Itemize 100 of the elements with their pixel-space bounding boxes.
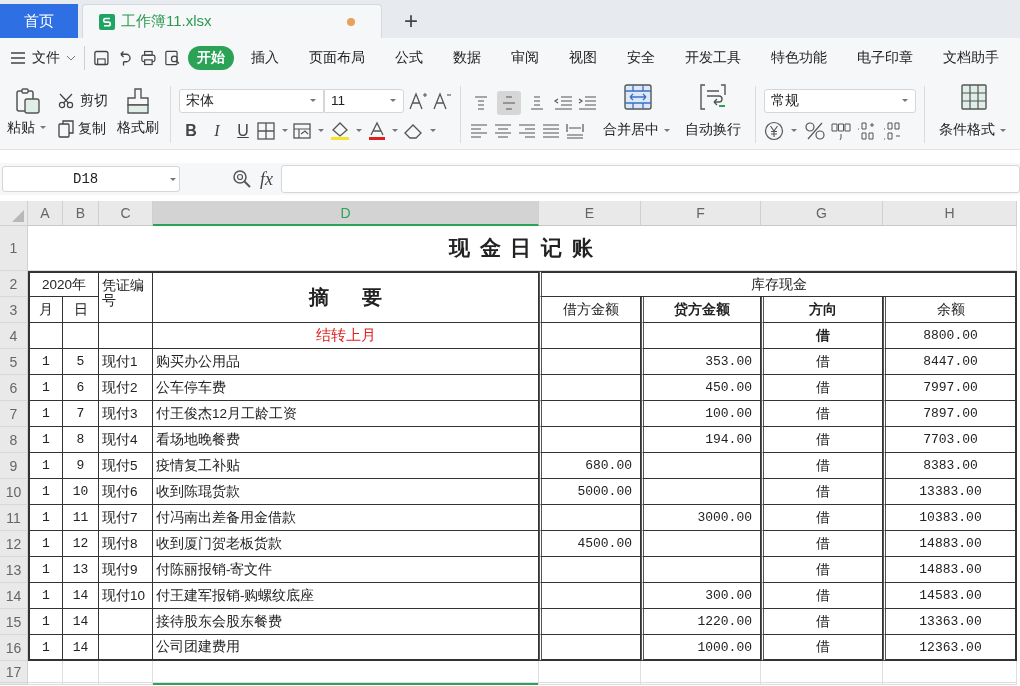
menu-tab[interactable]: 数据 xyxy=(444,46,490,70)
function-label[interactable]: fx xyxy=(260,168,273,190)
cell-style-icon[interactable] xyxy=(293,121,313,140)
table-cell: 100.00 xyxy=(641,401,761,427)
name-box[interactable]: D18 xyxy=(2,166,180,192)
menu-tab[interactable]: 电子印章 xyxy=(848,46,922,70)
merge-center-button[interactable]: 合并居中 xyxy=(597,80,679,149)
vertical-align-button[interactable] xyxy=(497,90,521,115)
table-cell: 1 xyxy=(28,453,63,479)
menu-tab[interactable]: 审阅 xyxy=(502,46,548,70)
formula-input[interactable] xyxy=(281,165,1020,193)
column-header[interactable]: H xyxy=(883,201,1017,226)
row-header[interactable]: 15 xyxy=(0,609,28,635)
borders-icon[interactable] xyxy=(257,121,277,140)
wrap-text-button[interactable]: 自动换行 xyxy=(679,80,747,149)
font-dropdown[interactable]: 宋体 xyxy=(179,88,324,113)
decrease-font-icon[interactable] xyxy=(432,90,452,111)
menu-tab[interactable]: 插入 xyxy=(242,46,288,70)
row-header[interactable]: 17 xyxy=(0,661,28,683)
save-icon[interactable] xyxy=(92,49,110,67)
row-header[interactable]: 11 xyxy=(0,505,28,531)
row-header[interactable]: 9 xyxy=(0,453,28,479)
column-header[interactable]: C xyxy=(99,201,153,226)
row-header[interactable]: 10 xyxy=(0,479,28,505)
new-tab-button[interactable]: + xyxy=(386,4,436,38)
menu-tab[interactable]: 公式 xyxy=(386,46,432,70)
currency-icon[interactable] xyxy=(764,120,784,141)
table-cell: 1 xyxy=(28,349,63,375)
print-preview-icon[interactable] xyxy=(164,49,181,67)
zoom-icon[interactable] xyxy=(232,169,252,189)
row-header[interactable]: 13 xyxy=(0,557,28,583)
menu-tab[interactable]: 视图 xyxy=(560,46,606,70)
caret-icon xyxy=(664,128,670,132)
row-header[interactable]: 5 xyxy=(0,349,28,375)
table-header: 月 xyxy=(28,297,63,323)
row-header[interactable]: 1 xyxy=(0,226,28,271)
copy-button[interactable]: 复制 xyxy=(58,119,108,138)
table-cell: 1 xyxy=(28,401,63,427)
column-header[interactable]: F xyxy=(641,201,761,226)
font-color-icon[interactable] xyxy=(367,120,387,141)
number-format-dropdown[interactable]: 常规 xyxy=(764,88,916,113)
conditional-format-button[interactable]: 条件格式 xyxy=(933,80,1015,149)
table-cell: 8800.00 xyxy=(883,323,1017,349)
table-cell: 5 xyxy=(63,349,99,375)
table-cell: 1 xyxy=(28,557,63,583)
row-header[interactable]: 4 xyxy=(0,323,28,349)
table-icon xyxy=(960,84,988,110)
caret-icon xyxy=(318,129,324,132)
row-header[interactable]: 7 xyxy=(0,401,28,427)
table-cell: 收到陈琨货款 xyxy=(153,479,539,505)
row-header[interactable]: 3 xyxy=(0,297,28,323)
distribute-icon[interactable] xyxy=(565,122,585,139)
printer-icon[interactable] xyxy=(140,49,158,67)
menu-tab[interactable]: 开发工具 xyxy=(676,46,750,70)
table-cell xyxy=(99,635,153,661)
caret-icon xyxy=(791,129,797,132)
menu-tab[interactable]: 页面布局 xyxy=(300,46,374,70)
format-button[interactable]: I xyxy=(205,121,229,140)
cut-button[interactable]: 剪切 xyxy=(58,91,108,110)
file-menu[interactable]: 文件 xyxy=(10,49,76,67)
document-tab[interactable]: 首页 xyxy=(0,4,78,38)
percent-icon[interactable] xyxy=(804,120,826,141)
format-painter-button[interactable]: 格式刷 xyxy=(114,82,162,147)
table-header: 2020年 xyxy=(28,271,99,297)
table-cell: 借 xyxy=(761,505,883,531)
font-size-dropdown[interactable]: 11 xyxy=(324,88,404,113)
table-cell: 借 xyxy=(761,609,883,635)
column-header[interactable]: B xyxy=(63,201,99,226)
row-header[interactable]: 8 xyxy=(0,427,28,453)
format-button[interactable]: B xyxy=(179,121,203,140)
column-header[interactable]: A xyxy=(28,201,63,226)
menu-tab[interactable]: 文档助手 xyxy=(934,46,1008,70)
table-cell: 付王俊杰12月工龄工资 xyxy=(153,401,539,427)
row-header[interactable]: 16 xyxy=(0,635,28,661)
table-cell: 现付9 xyxy=(99,557,153,583)
increase-font-icon[interactable] xyxy=(408,90,428,111)
table-cell: 6 xyxy=(63,375,99,401)
format-button[interactable]: U xyxy=(231,121,255,140)
table-cell: 7 xyxy=(63,401,99,427)
document-tab[interactable]: 工作簿11.xlsx xyxy=(82,4,382,38)
row-header[interactable]: 12 xyxy=(0,531,28,557)
menu-tab[interactable]: 特色功能 xyxy=(762,46,836,70)
thousands-separator-icon[interactable] xyxy=(830,120,852,141)
row-header[interactable]: 2 xyxy=(0,271,28,297)
column-header[interactable]: G xyxy=(761,201,883,226)
table-cell: 付冯南出差备用金借款 xyxy=(153,505,539,531)
table-header: 摘 要 xyxy=(153,271,539,323)
row-header[interactable]: 14 xyxy=(0,583,28,609)
paste-button[interactable]: 粘贴 xyxy=(4,82,52,147)
fill-color-icon[interactable] xyxy=(329,120,351,141)
table-cell: 5000.00 xyxy=(539,479,641,505)
caret-icon xyxy=(392,129,398,132)
row-header[interactable]: 6 xyxy=(0,375,28,401)
table-cell: 194.00 xyxy=(641,427,761,453)
table-cell: 353.00 xyxy=(641,349,761,375)
table-cell: 1 xyxy=(28,505,63,531)
column-header[interactable]: E xyxy=(539,201,641,226)
table-cell: 10383.00 xyxy=(883,505,1017,531)
menu-tab[interactable]: 安全 xyxy=(618,46,664,70)
table-cell: 现付10 xyxy=(99,583,153,609)
